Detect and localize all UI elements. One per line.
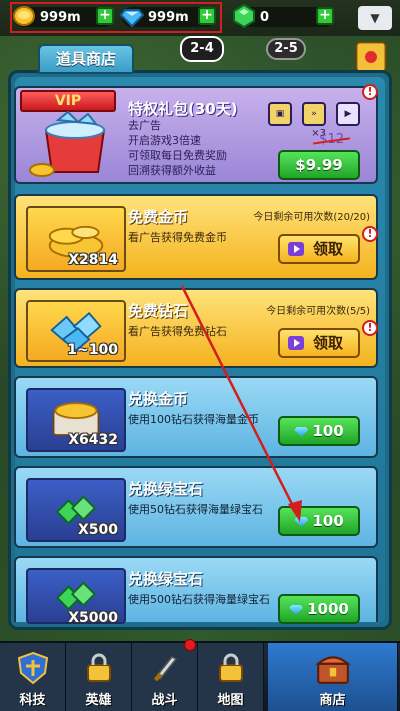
claim-alert-icon: ! <box>362 320 378 336</box>
nav-heroes[interactable]: 英雄 <box>66 643 132 711</box>
diamond-pile-thumbnail: 1~100 <box>26 300 126 362</box>
emerald-icon <box>233 4 255 28</box>
shield-icon <box>17 651 48 685</box>
chevron-down-icon: ▼ <box>370 11 380 25</box>
exchange-emerald-card: X5000 兑换绿宝石 使用500钻石获得海量绿宝石 1000 <box>14 556 378 626</box>
lock-icon <box>218 653 243 682</box>
free-gold-card: X2814 免费金币 看广告获得免费金币 今日剩余可用次数(20/20) 领取 … <box>14 194 378 280</box>
tab-item-shop[interactable]: 道具商店 <box>38 44 134 74</box>
vip-title: 特权礼包(30天) <box>128 100 238 118</box>
chest-icon <box>314 656 351 684</box>
original-price: $12 <box>319 132 344 147</box>
emerald-pile-thumbnail: X500 <box>26 478 126 542</box>
item-desc: 使用50钻石获得海量绿宝石 <box>128 503 263 516</box>
item-desc: 使用100钻石获得海量金币 <box>128 413 259 426</box>
exchange-gold-button[interactable]: 100 <box>278 416 360 446</box>
exchange-emerald-button[interactable]: 100 <box>278 506 360 536</box>
vip-benefit: 可领取每日免费奖励 <box>128 149 227 162</box>
item-title: 免费金币 <box>128 208 189 226</box>
daily-limit: 今日剩余可用次数(5/5) <box>266 306 370 317</box>
sword-icon <box>153 656 177 682</box>
emerald-counter: 0 + <box>233 4 334 28</box>
vip-benefit: 回溯获得额外收益 <box>128 164 216 177</box>
claim-label: 领取 <box>312 240 343 258</box>
nav-shop[interactable]: 商店 <box>268 643 398 711</box>
emerald-pile-thumbnail: X5000 <box>26 568 126 626</box>
nav-map[interactable]: 地图 <box>198 643 264 711</box>
gold-counter: 999m + <box>13 6 114 28</box>
item-desc: 看广告获得免费金币 <box>128 231 227 244</box>
no-ads-perk-icon: ▣ <box>268 102 292 126</box>
claim-gold-button[interactable]: 领取 <box>278 234 360 264</box>
vip-alert-icon: ! <box>362 84 378 100</box>
nav-label: 英雄 <box>85 693 112 708</box>
video-ad-icon <box>288 242 304 256</box>
vip-pack-card: VIP 特权礼包(30天) 去广告 开启游戏3倍速 可领取每日免费奖励 回溯获得… <box>14 84 378 184</box>
add-gold-button[interactable]: + <box>96 7 114 25</box>
video-ad-icon <box>288 336 304 350</box>
gold-chest-thumbnail: X6432 <box>26 388 126 452</box>
daily-limit: 今日剩余可用次数(20/20) <box>253 212 370 223</box>
free-diamonds-card: 1~100 免费钻石 看广告获得免费钻石 今日剩余可用次数(5/5) 领取 ! <box>14 288 378 368</box>
gold-amount-label: X2814 <box>68 252 118 268</box>
price-label: 100 <box>312 512 344 530</box>
vip-gift-bucket-icon <box>29 110 106 177</box>
stage-next[interactable]: 2-5 <box>266 38 306 60</box>
bottom-nav: 科技 英雄 战斗 地图 商店 <box>0 639 400 711</box>
nav-tech[interactable]: 科技 <box>0 643 66 711</box>
emerald-amount-label: X500 <box>77 522 118 538</box>
add-diamond-button[interactable]: + <box>198 7 216 25</box>
item-title: 兑换绿宝石 <box>128 480 204 498</box>
claim-alert-icon: ! <box>362 226 378 242</box>
diamond-icon <box>294 516 309 527</box>
exchange-gold-card: X6432 兑换金币 使用100钻石获得海量金币 100 <box>14 376 378 458</box>
item-title: 兑换金币 <box>128 390 189 408</box>
vip-benefit: 去广告 <box>128 119 161 132</box>
resource-bar: 999m + 999m + 0 + ▼ <box>0 0 400 36</box>
buy-vip-button[interactable]: $9.99 <box>278 150 360 180</box>
price-label: 100 <box>312 422 344 440</box>
stage-current: 2-4 <box>180 36 224 62</box>
nav-label: 科技 <box>19 693 46 708</box>
vip-benefits: 去广告 开启游戏3倍速 可领取每日免费奖励 回溯获得额外收益 <box>128 118 278 178</box>
diamond-amount-label: 1~100 <box>67 342 118 358</box>
claim-label: 领取 <box>312 334 343 352</box>
item-desc: 使用500钻石获得海量绿宝石 <box>128 593 270 606</box>
video-perk-icon: ▶ <box>336 102 360 126</box>
item-title: 免费钻石 <box>128 302 189 320</box>
add-emerald-button[interactable]: + <box>316 7 334 25</box>
vip-benefit: 开启游戏3倍速 <box>128 134 201 147</box>
emerald-amount-label: X5000 <box>68 610 118 626</box>
nav-battle[interactable]: 战斗 <box>132 643 198 711</box>
speed-perk-icon: » <box>302 102 326 126</box>
claim-diamonds-button[interactable]: 领取 <box>278 328 360 358</box>
gold-amount-label: X6432 <box>68 432 118 448</box>
diamond-counter: 999m + <box>120 6 216 28</box>
nav-label: 地图 <box>217 693 244 708</box>
price-label: 1000 <box>307 600 349 618</box>
gold-coin-icon <box>13 6 35 26</box>
gold-pile-thumbnail: X2814 <box>26 206 126 272</box>
notification-dot <box>184 639 196 651</box>
diamond-icon <box>289 604 304 615</box>
nav-label: 战斗 <box>151 693 178 708</box>
vip-badge: VIP <box>20 90 116 112</box>
gift-book-icon[interactable] <box>354 40 388 74</box>
nav-label: 商店 <box>319 693 346 708</box>
item-desc: 看广告获得免费钻石 <box>128 325 227 338</box>
exchange-emerald-button[interactable]: 1000 <box>278 594 360 624</box>
diamond-icon <box>294 426 309 437</box>
exchange-emerald-card: X500 兑换绿宝石 使用50钻石获得海量绿宝石 100 <box>14 466 378 548</box>
item-title: 兑换绿宝石 <box>128 570 204 588</box>
lock-icon <box>86 653 111 682</box>
menu-button[interactable]: ▼ <box>358 6 392 30</box>
diamond-icon <box>120 9 144 28</box>
